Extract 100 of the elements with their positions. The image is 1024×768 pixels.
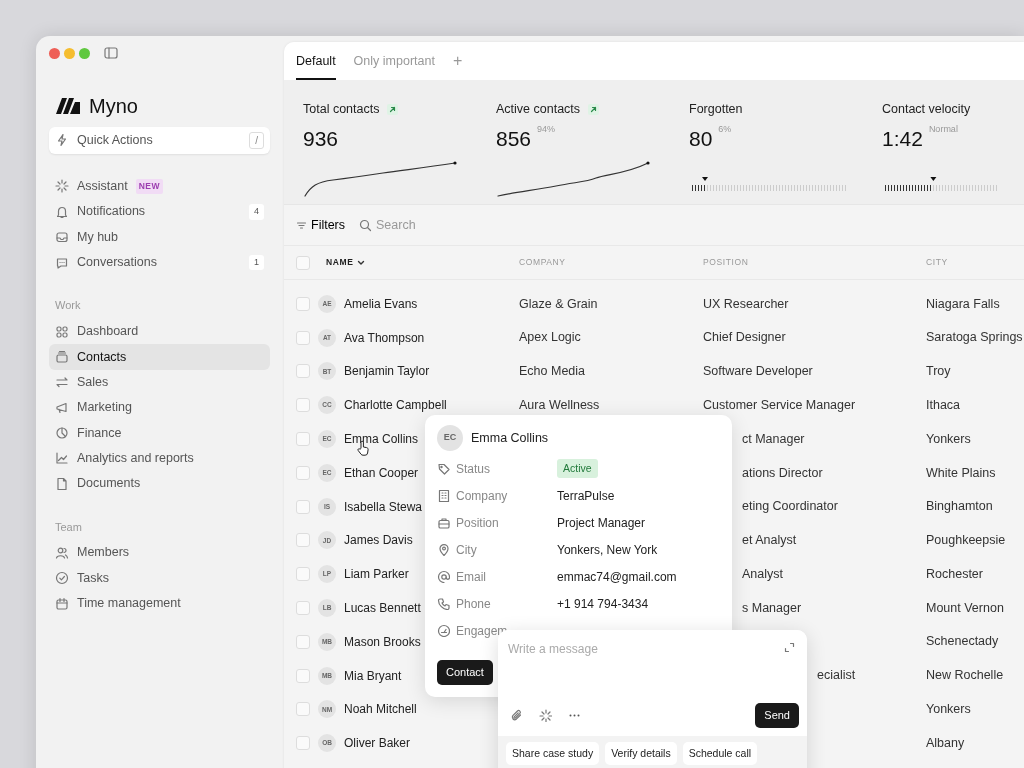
sidebar-item[interactable]: Finance <box>49 420 270 446</box>
quick-actions-button[interactable]: Quick Actions / <box>49 127 270 154</box>
stat-value: 856 <box>496 125 532 152</box>
window-control[interactable] <box>64 47 75 59</box>
sidebar-item[interactable]: Sales <box>49 369 270 395</box>
contact-name[interactable]: Mason Brooks <box>344 632 421 651</box>
suggestion-chip[interactable]: Verify details <box>605 741 677 766</box>
section-heading: Team <box>55 519 83 535</box>
chat-icon <box>55 255 69 270</box>
filters-button[interactable]: Filters <box>296 215 346 235</box>
stat-label: Active contacts <box>496 101 581 118</box>
stat-label: Total contacts <box>303 101 380 118</box>
contact-name[interactable]: Lucas Bennett <box>344 599 421 618</box>
checkbox[interactable] <box>296 499 310 514</box>
window-control[interactable] <box>49 47 60 59</box>
table-cell-text: Chief Designer <box>703 329 786 347</box>
checkbox[interactable] <box>296 736 310 751</box>
contact-name[interactable]: Charlotte Campbell <box>344 396 447 415</box>
checkbox[interactable] <box>296 465 310 480</box>
table-cell: Aura Wellness <box>519 397 600 412</box>
checkbox[interactable] <box>296 330 310 345</box>
briefcase-icon <box>437 516 450 529</box>
brand-name: Myno <box>89 94 138 119</box>
contact-name[interactable]: Noah Mitchell <box>344 700 417 719</box>
checkbox[interactable] <box>296 634 310 649</box>
sidebar-item[interactable]: Time management <box>49 590 270 617</box>
sidebar-item[interactable]: Conversations 1 <box>49 249 270 276</box>
filter-icon <box>296 219 307 231</box>
checkbox[interactable] <box>296 533 310 548</box>
checkbox[interactable] <box>296 296 310 311</box>
search-icon <box>359 218 373 232</box>
contact-name[interactable]: Liam Parker <box>344 565 409 584</box>
contact-name[interactable]: Emma Collins <box>344 430 418 449</box>
table-cell: Rochester <box>926 566 983 581</box>
contact-name[interactable]: Oliver Baker <box>344 734 411 753</box>
expand-icon <box>784 642 795 653</box>
window-control[interactable] <box>79 47 90 59</box>
sidebar-item[interactable]: My hub <box>49 224 270 250</box>
phone-icon <box>437 597 450 610</box>
checkbox[interactable] <box>296 255 310 270</box>
table-cell: Troy <box>926 364 951 379</box>
sidebar-item[interactable]: Members <box>49 540 270 566</box>
field-value: +1 914 794-3434 <box>557 595 649 613</box>
sidebar-item[interactable]: Marketing <box>49 395 270 421</box>
table-cell: Schenectady <box>926 634 999 649</box>
field-label: Status <box>456 460 491 478</box>
checkbox[interactable] <box>296 702 310 717</box>
sidebar-item[interactable]: Notifications 4 <box>49 199 270 225</box>
contact-name[interactable]: James Davis <box>344 531 413 550</box>
sidebar-item[interactable]: Contacts <box>49 344 270 370</box>
field-label: Position <box>456 514 499 532</box>
calendar-icon <box>55 596 69 611</box>
stat-label: Forgotten <box>689 101 743 118</box>
table-cell-text: ct Manager <box>741 430 805 448</box>
contact-name[interactable]: Ethan Cooper <box>344 463 419 482</box>
chart-icon <box>55 426 69 441</box>
checkbox[interactable] <box>296 432 310 447</box>
sidebar-item[interactable]: Assistant NEW <box>49 173 270 200</box>
tag-icon <box>437 462 450 475</box>
table-cell: Yonkers <box>926 702 971 717</box>
table-cell-text: eting Coordinator <box>741 498 838 516</box>
check-circle-icon <box>55 571 69 586</box>
suggestion-chip[interactable]: Schedule call <box>682 741 758 766</box>
contact-name[interactable]: Benjamin Taylor <box>344 362 430 381</box>
table-cell: Echo Media <box>519 364 585 379</box>
table-cell-text: s Manager <box>741 599 802 617</box>
contacts-icon <box>55 349 69 364</box>
search-field[interactable]: Search <box>376 215 477 235</box>
checkbox[interactable] <box>296 601 310 616</box>
checkbox[interactable] <box>296 364 310 379</box>
checkbox[interactable] <box>296 668 310 683</box>
sidebar-item[interactable]: Analytics and reports <box>49 445 270 472</box>
checkbox[interactable] <box>296 398 310 413</box>
table-cell: Apex Logic <box>519 330 581 345</box>
checkbox[interactable] <box>296 567 310 582</box>
stat-label: Contact velocity <box>882 101 971 118</box>
send-button[interactable]: Send <box>755 703 799 728</box>
building-icon <box>437 489 450 502</box>
stat-note: 6% <box>718 122 732 136</box>
document-icon <box>55 476 69 491</box>
contact-name[interactable]: Ava Thompson <box>344 328 425 347</box>
field-value: emmac74@gmail.com <box>557 568 677 586</box>
table-cell-text: Analyst <box>741 565 783 583</box>
sidebar-item[interactable]: Documents <box>49 471 270 497</box>
contact-name[interactable]: Isabella Stewa <box>344 497 423 516</box>
table-cell: Yonkers <box>926 431 971 446</box>
contact-name[interactable]: Amelia Evans <box>344 294 418 313</box>
shortcut-key: / <box>249 131 264 149</box>
sidebar-item[interactable]: Tasks <box>49 565 270 591</box>
count-badge: 1 <box>249 254 264 271</box>
suggestion-chip[interactable]: Share case study <box>506 741 600 766</box>
contact-button[interactable]: Contact <box>437 660 493 685</box>
contact-name[interactable]: Mia Bryant <box>344 666 402 685</box>
tab[interactable]: Default <box>296 42 336 80</box>
stat-value: 936 <box>303 125 339 152</box>
table-cell: Glaze & Grain <box>519 296 598 311</box>
sidebar-item[interactable]: Dashboard <box>49 318 270 345</box>
table-cell-text: et Analyst <box>741 532 797 550</box>
field-value: TerraPulse <box>557 487 615 505</box>
column-header[interactable]: NAME <box>318 256 519 269</box>
